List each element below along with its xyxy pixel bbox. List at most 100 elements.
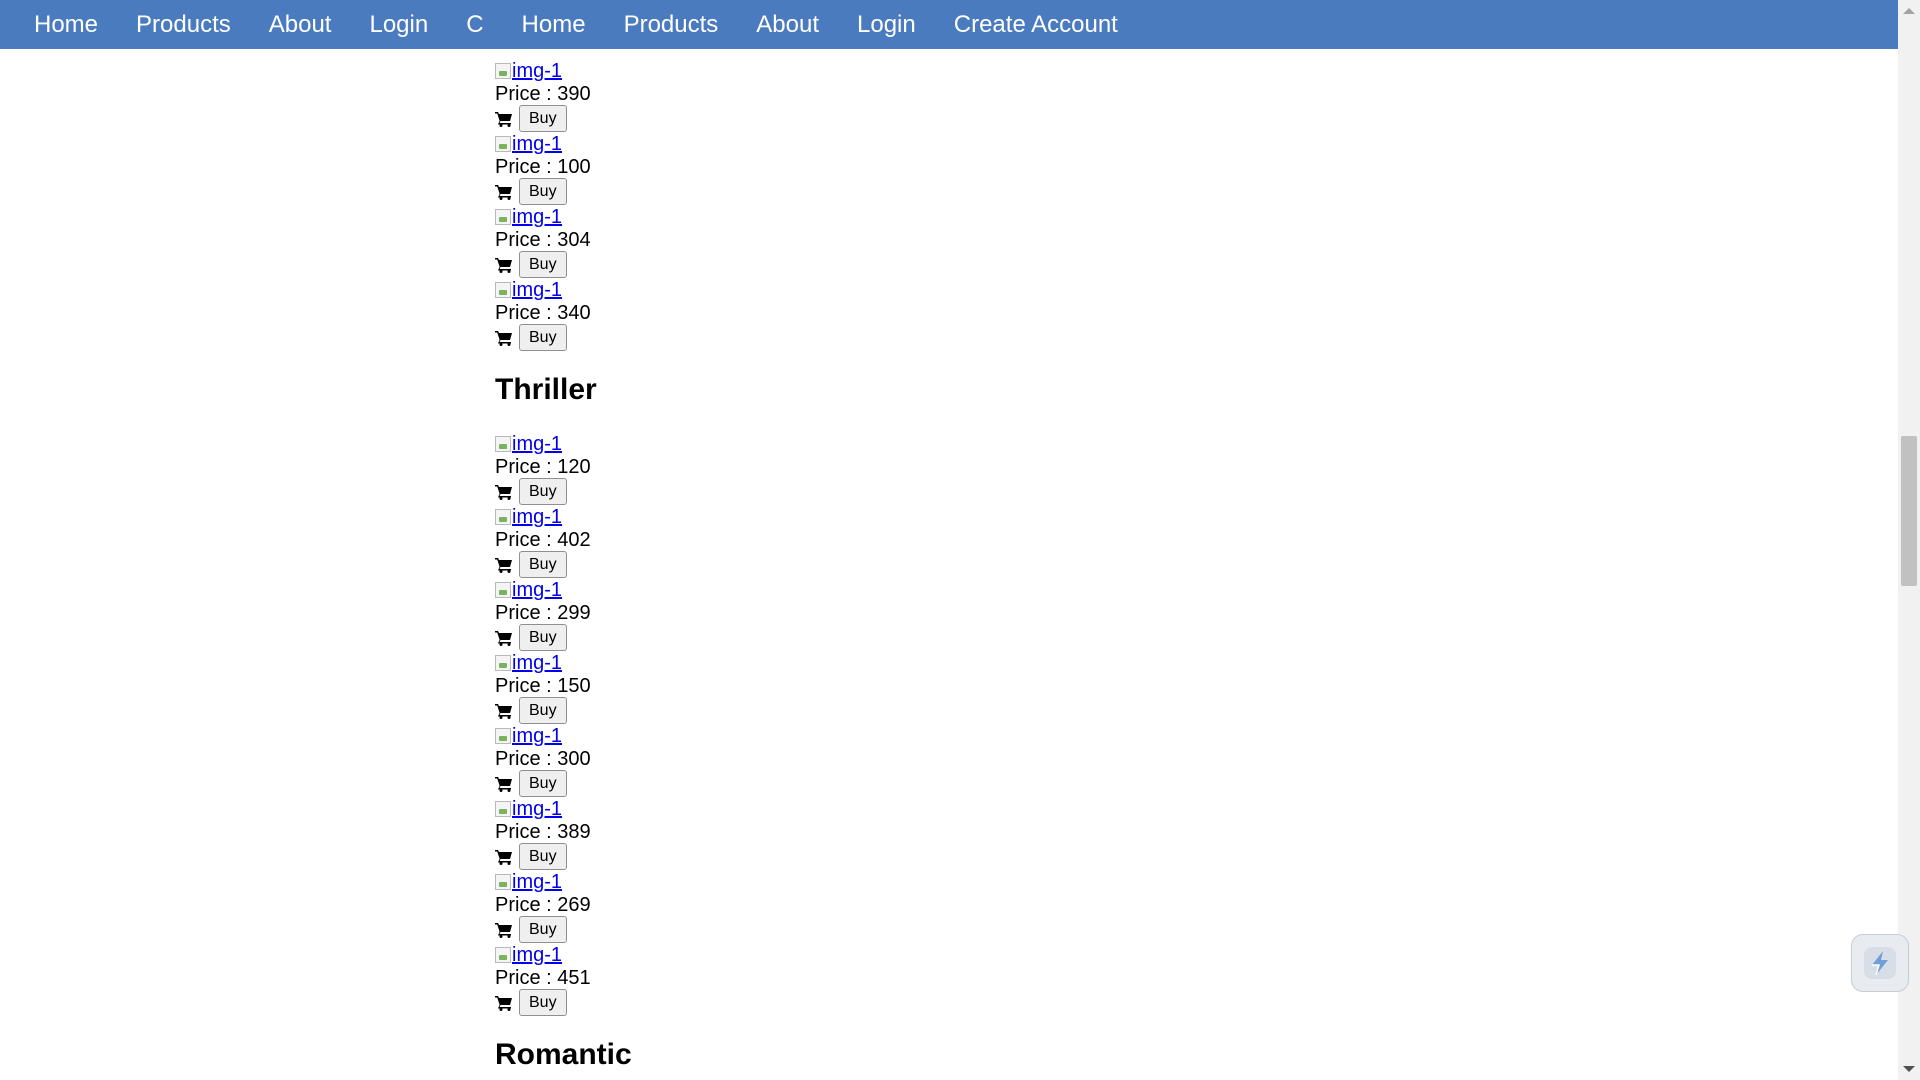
nav-home-2[interactable]: Home — [503, 0, 605, 49]
nav-login-2[interactable]: Login — [838, 0, 935, 49]
product-image-link[interactable]: img-1 — [495, 797, 562, 821]
product-image-link[interactable]: img-1 — [495, 943, 562, 967]
buy-button[interactable]: Buy — [519, 105, 567, 132]
buy-row: Buy — [495, 324, 567, 351]
shopping-cart-icon — [495, 776, 512, 792]
broken-image-icon — [495, 509, 511, 525]
shopping-cart-icon — [495, 184, 512, 200]
buy-row: Buy — [495, 251, 567, 278]
buy-row: Buy — [495, 916, 567, 943]
vertical-scrollbar[interactable] — [1898, 0, 1920, 1080]
nav-about[interactable]: About — [250, 0, 351, 49]
buy-button[interactable]: Buy — [519, 989, 567, 1016]
section-title-thriller: Thriller — [495, 373, 597, 406]
nav-products-2[interactable]: Products — [605, 0, 738, 49]
lightning-extension-icon — [1864, 947, 1896, 979]
broken-image-icon — [495, 436, 511, 452]
shopping-cart-icon — [495, 630, 512, 646]
product-price: Price : 120 — [495, 456, 591, 478]
broken-image-icon — [495, 136, 511, 152]
buy-row: Buy — [495, 843, 567, 870]
broken-image-icon — [495, 947, 511, 963]
product-price: Price : 300 — [495, 748, 591, 770]
shopping-cart-icon — [495, 849, 512, 865]
product-price: Price : 340 — [495, 302, 591, 324]
buy-button[interactable]: Buy — [519, 324, 567, 351]
product-image-alt: img-1 — [512, 944, 563, 966]
nav-products[interactable]: Products — [117, 0, 250, 49]
product-image-alt: img-1 — [512, 133, 563, 155]
buy-button[interactable]: Buy — [519, 551, 567, 578]
buy-row: Buy — [495, 624, 567, 651]
buy-button[interactable]: Buy — [519, 770, 567, 797]
shopping-cart-icon — [495, 557, 512, 573]
product-price: Price : 451 — [495, 967, 591, 989]
product-image-link[interactable]: img-1 — [495, 870, 562, 894]
buy-row: Buy — [495, 989, 567, 1016]
scroll-down-arrow-icon[interactable] — [1903, 1066, 1915, 1072]
product-image-alt: img-1 — [512, 725, 563, 747]
buy-row: Buy — [495, 697, 567, 724]
buy-button[interactable]: Buy — [519, 478, 567, 505]
buy-row: Buy — [495, 770, 567, 797]
shopping-cart-icon — [495, 703, 512, 719]
nav-home[interactable]: Home — [15, 0, 117, 49]
broken-image-icon — [495, 582, 511, 598]
product-image-alt: img-1 — [512, 871, 563, 893]
buy-button[interactable]: Buy — [519, 178, 567, 205]
extension-widget-button[interactable] — [1851, 934, 1909, 992]
broken-image-icon — [495, 655, 511, 671]
broken-image-icon — [495, 63, 511, 79]
nav-about-2[interactable]: About — [737, 0, 838, 49]
section-title-romantic: Romantic — [495, 1038, 632, 1071]
product-image-link[interactable]: img-1 — [495, 651, 562, 675]
shopping-cart-icon — [495, 257, 512, 273]
shopping-cart-icon — [495, 484, 512, 500]
buy-button[interactable]: Buy — [519, 843, 567, 870]
broken-image-icon — [495, 801, 511, 817]
broken-image-icon — [495, 874, 511, 890]
product-image-alt: img-1 — [512, 506, 563, 528]
product-image-link[interactable]: img-1 — [495, 578, 562, 602]
product-price: Price : 269 — [495, 894, 591, 916]
buy-row: Buy — [495, 551, 567, 578]
product-price: Price : 150 — [495, 675, 591, 697]
product-image-alt: img-1 — [512, 433, 563, 455]
product-image-alt: img-1 — [512, 279, 563, 301]
top-navbar: Home Products About Login C Home Product… — [0, 0, 1898, 49]
product-price: Price : 402 — [495, 529, 591, 551]
nav-login[interactable]: Login — [350, 0, 447, 49]
nav-create-account[interactable]: Create Account — [935, 0, 1137, 49]
buy-button[interactable]: Buy — [519, 697, 567, 724]
product-image-link[interactable]: img-1 — [495, 278, 562, 302]
product-image-alt: img-1 — [512, 206, 563, 228]
product-image-alt: img-1 — [512, 579, 563, 601]
product-price: Price : 100 — [495, 156, 591, 178]
product-image-link[interactable]: img-1 — [495, 432, 562, 456]
product-image-link[interactable]: img-1 — [495, 724, 562, 748]
broken-image-icon — [495, 209, 511, 225]
broken-image-icon — [495, 728, 511, 744]
shopping-cart-icon — [495, 995, 512, 1011]
product-image-link[interactable]: img-1 — [495, 132, 562, 156]
product-image-link[interactable]: img-1 — [495, 505, 562, 529]
product-price: Price : 389 — [495, 821, 591, 843]
buy-row: Buy — [495, 105, 567, 132]
buy-button[interactable]: Buy — [519, 251, 567, 278]
product-price: Price : 299 — [495, 602, 591, 624]
shopping-cart-icon — [495, 111, 512, 127]
product-image-alt: img-1 — [512, 652, 563, 674]
product-image-link[interactable]: img-1 — [495, 205, 562, 229]
scroll-up-arrow-icon[interactable] — [1903, 8, 1915, 14]
buy-row: Buy — [495, 478, 567, 505]
buy-row: Buy — [495, 178, 567, 205]
product-price: Price : 390 — [495, 83, 591, 105]
scrollbar-thumb[interactable] — [1901, 436, 1917, 586]
broken-image-icon — [495, 282, 511, 298]
shopping-cart-icon — [495, 330, 512, 346]
buy-button[interactable]: Buy — [519, 916, 567, 943]
product-image-link[interactable]: img-1 — [495, 59, 562, 83]
buy-button[interactable]: Buy — [519, 624, 567, 651]
product-image-alt: img-1 — [512, 60, 563, 82]
nav-c[interactable]: C — [447, 0, 502, 49]
